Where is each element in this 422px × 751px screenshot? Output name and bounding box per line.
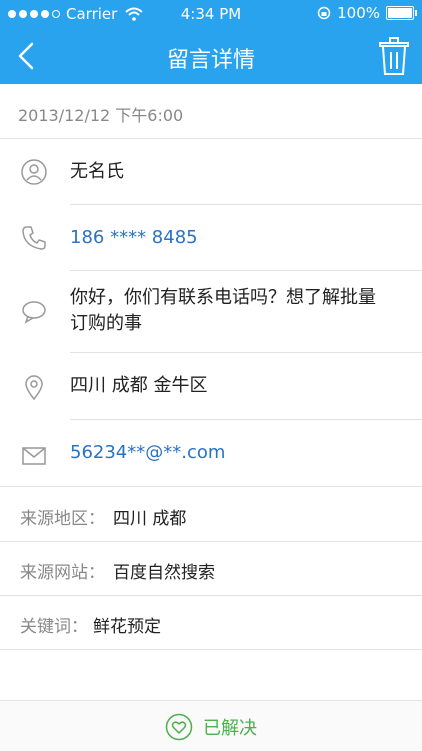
message-content: 你好，你们有联系电话吗？想了解批量订购的事: [70, 287, 376, 334]
status-right: 100%: [317, 4, 417, 22]
contact-email-link[interactable]: 56234**@**.com: [70, 440, 406, 466]
nav-bar: 留言详情: [0, 28, 422, 84]
message-date-row: 2013/12/12 下午6:00: [0, 84, 422, 139]
rotation-lock-icon: [317, 6, 331, 20]
user-icon: [21, 159, 47, 185]
bottom-bar: 已解决: [0, 700, 422, 751]
contact-name: 无名氏: [70, 161, 124, 182]
content-row: 你好，你们有联系电话吗？想了解批量订购的事: [0, 271, 422, 353]
divider: [0, 486, 422, 487]
source-site-value: 百度自然搜索: [113, 563, 215, 583]
location-pin-icon: [25, 375, 43, 401]
resolved-button[interactable]: 已解决: [0, 713, 422, 741]
battery-percent: 100%: [337, 4, 380, 22]
status-bar: Carrier 4:34 PM 100%: [0, 0, 422, 28]
email-row[interactable]: 56234**@**.com: [0, 420, 422, 487]
delete-button[interactable]: [376, 36, 412, 76]
phone-row[interactable]: 186 **** 8485: [0, 205, 422, 271]
contact-location: 四川 成都 金牛区: [70, 375, 208, 396]
source-region-label: 来源地区：: [20, 509, 105, 529]
source-site-label: 来源网站：: [20, 563, 105, 583]
battery-icon: [386, 6, 417, 20]
phone-icon: [22, 226, 46, 250]
source-site-row: 来源网站： 百度自然搜索: [0, 542, 422, 596]
resolved-label: 已解决: [203, 718, 257, 739]
mail-icon: [22, 447, 46, 465]
keyword-row: 关键词： 鲜花预定: [0, 596, 422, 650]
location-row: 四川 成都 金牛区: [0, 353, 422, 420]
keyword-label: 关键词：: [20, 617, 88, 637]
name-row: 无名氏: [0, 139, 422, 205]
source-region-value: 四川 成都: [113, 509, 187, 529]
keyword-value: 鲜花预定: [93, 617, 161, 637]
page-title: 留言详情: [166, 48, 255, 73]
chat-bubble-icon: [22, 301, 46, 324]
message-date: 2013/12/12 下午6:00: [18, 106, 184, 125]
heart-circle-icon: [165, 713, 193, 741]
contact-phone-link[interactable]: 186 **** 8485: [70, 225, 406, 251]
source-region-row: 来源地区： 四川 成都: [0, 488, 422, 542]
